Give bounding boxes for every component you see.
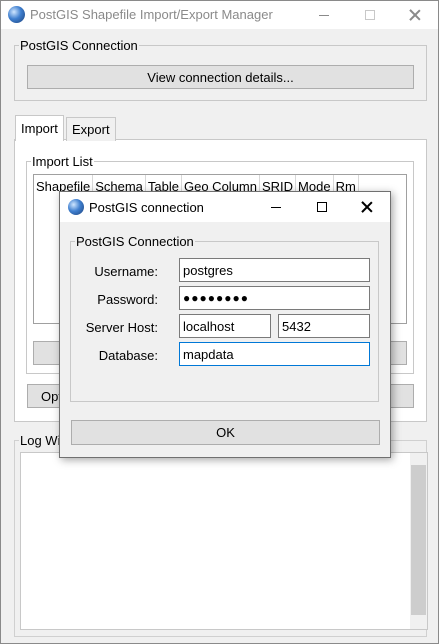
log-window-group-label: Log Wi: [19, 433, 62, 448]
tab-export[interactable]: Export: [66, 117, 116, 141]
server-host-field[interactable]: [179, 314, 271, 338]
maximize-icon: [365, 10, 375, 20]
dialog-title: PostGIS connection: [89, 200, 204, 215]
minimize-icon: [271, 206, 281, 208]
close-icon: [409, 9, 421, 21]
password-label: Password:: [97, 292, 158, 307]
globe-icon: [8, 6, 25, 23]
dialog-connection-group-label: PostGIS Connection: [75, 234, 195, 249]
connection-dialog: PostGIS connection PostGIS Connection Us…: [59, 191, 391, 458]
import-list-group-label: Import List: [31, 154, 94, 169]
log-scrollbar-thumb[interactable]: [411, 465, 426, 615]
ok-button[interactable]: OK: [71, 420, 380, 445]
log-window[interactable]: [20, 452, 428, 630]
database-label: Database:: [98, 348, 158, 363]
maximize-icon: [317, 202, 327, 212]
minimize-button[interactable]: [301, 1, 347, 29]
main-window-title: PostGIS Shapefile Import/Export Manager: [30, 7, 273, 22]
username-label: Username:: [94, 264, 158, 279]
server-host-label: Server Host:: [85, 320, 158, 335]
password-field[interactable]: ●●●●●●●●: [179, 286, 370, 310]
database-field[interactable]: [179, 342, 370, 366]
log-scrollbar[interactable]: [410, 453, 427, 629]
maximize-button[interactable]: [347, 1, 393, 29]
tab-import[interactable]: Import: [15, 115, 64, 141]
view-connection-details-button[interactable]: View connection details...: [27, 65, 414, 89]
close-button[interactable]: [392, 1, 438, 29]
close-icon: [361, 201, 373, 213]
dialog-titlebar[interactable]: PostGIS connection: [60, 192, 390, 222]
minimize-icon: [319, 14, 329, 16]
globe-icon: [68, 199, 84, 215]
server-port-field[interactable]: [278, 314, 370, 338]
connection-group-label: PostGIS Connection: [19, 38, 139, 53]
dialog-minimize-button[interactable]: [253, 192, 299, 222]
dialog-close-button[interactable]: [344, 192, 390, 222]
username-field[interactable]: [179, 258, 370, 282]
main-titlebar[interactable]: PostGIS Shapefile Import/Export Manager: [1, 1, 438, 29]
dialog-maximize-button[interactable]: [299, 192, 345, 222]
